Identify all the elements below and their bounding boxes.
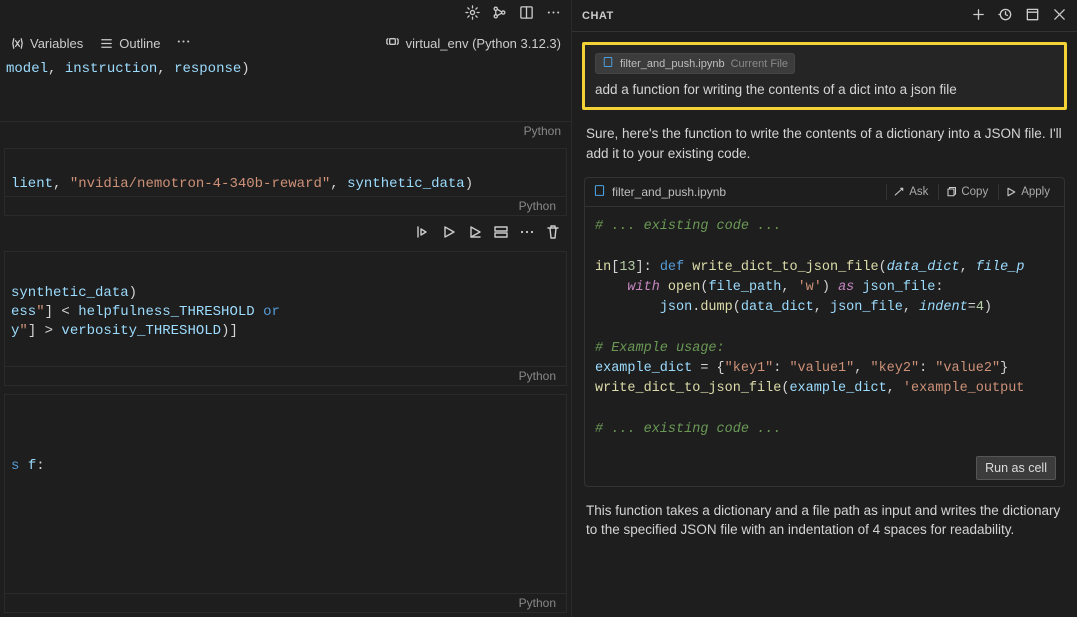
more-icon[interactable] [519, 224, 535, 243]
variables-icon[interactable]: Variables [10, 36, 83, 51]
code-card-header: filter_and_push.ipynb Ask Copy Apply [585, 178, 1064, 207]
split-cell-icon[interactable] [493, 224, 509, 243]
notebook-toolbar: Variables Outline virtual_env (Python 3.… [0, 28, 571, 58]
new-chat-icon[interactable] [971, 7, 986, 25]
cell-lang: Python [5, 196, 566, 215]
message-actions [572, 554, 1077, 585]
cell-toolbar [0, 220, 571, 247]
chat-pane: CHAT filter_and_push.ipynb Current File … [572, 0, 1077, 617]
run-by-line-icon[interactable] [415, 224, 431, 243]
cell-3: synthetic_data) ess"] < helpfulness_THRE… [4, 251, 567, 387]
cell-1: model, instruction, response) Python [0, 58, 571, 140]
source-control-icon[interactable] [492, 5, 507, 23]
cell-code[interactable]: synthetic_data) ess"] < helpfulness_THRE… [5, 282, 566, 343]
history-icon[interactable] [998, 7, 1013, 25]
cell-lang: Python [5, 366, 566, 385]
more-icon[interactable] [546, 5, 561, 23]
outline-label: Outline [119, 36, 160, 51]
outline-icon[interactable]: Outline [99, 36, 160, 51]
cell-code[interactable]: lient, "nvidia/nemotron-4-340b-reward", … [5, 173, 566, 196]
cell-lang: Python [5, 593, 566, 612]
code-card: filter_and_push.ipynb Ask Copy Apply # .… [584, 177, 1065, 487]
more-icon[interactable] [176, 34, 191, 52]
code-file: filter_and_push.ipynb [612, 185, 726, 199]
cell-code[interactable]: s f: [5, 455, 566, 478]
run-as-cell-button[interactable]: Run as cell [976, 456, 1056, 480]
context-chip[interactable]: filter_and_push.ipynb Current File [595, 53, 795, 74]
user-prompt: add a function for writing the contents … [595, 82, 1054, 97]
cell-code[interactable]: model, instruction, response) [0, 58, 571, 81]
editor-title-actions [0, 0, 571, 28]
kernel-label[interactable]: virtual_env (Python 3.12.3) [406, 36, 561, 51]
apply-button[interactable]: Apply [998, 184, 1056, 200]
assistant-intro: Sure, here's the function to write the c… [572, 110, 1077, 177]
ask-button[interactable]: Ask [886, 184, 934, 200]
user-message: filter_and_push.ipynb Current File add a… [582, 42, 1067, 110]
file-icon [602, 56, 614, 71]
cell-4: s f: Python [4, 394, 567, 613]
execute-above-icon[interactable] [467, 224, 483, 243]
file-icon [593, 184, 606, 200]
assistant-outro: This function takes a dictionary and a f… [572, 487, 1077, 554]
editor-pane: Variables Outline virtual_env (Python 3.… [0, 0, 572, 617]
cell-2: lient, "nvidia/nemotron-4-340b-reward", … [4, 148, 567, 216]
copy-button[interactable]: Copy [938, 184, 994, 200]
code-card-footer: Run as cell [585, 450, 1064, 486]
close-icon[interactable] [1052, 7, 1067, 25]
delete-cell-icon[interactable] [545, 224, 561, 243]
execute-cell-icon[interactable] [441, 224, 457, 243]
variables-label: Variables [30, 36, 83, 51]
expand-icon[interactable] [1025, 7, 1040, 25]
chat-header: CHAT [572, 0, 1077, 32]
context-scope: Current File [731, 58, 788, 70]
kernel-icon[interactable] [385, 34, 400, 52]
code-block[interactable]: # ... existing code ... in[13]: def writ… [585, 207, 1064, 450]
context-file: filter_and_push.ipynb [620, 58, 725, 70]
gear-icon[interactable] [465, 5, 480, 23]
chat-title: CHAT [582, 10, 614, 22]
cell-lang: Python [0, 121, 571, 140]
split-editor-icon[interactable] [519, 5, 534, 23]
